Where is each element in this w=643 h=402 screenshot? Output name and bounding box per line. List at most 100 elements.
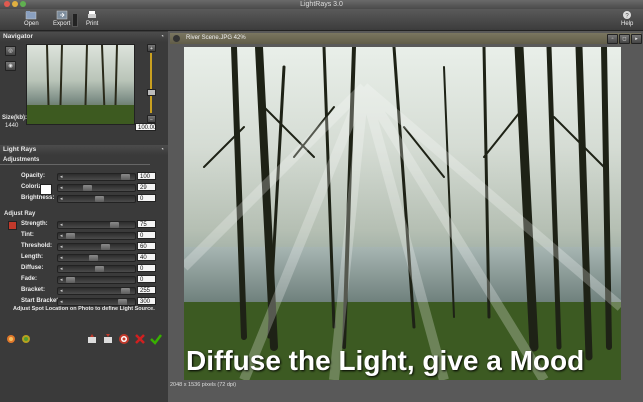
- ray-value-field[interactable]: 0: [137, 231, 156, 239]
- ray-slider[interactable]: ◂: [57, 298, 136, 306]
- ray-label: Start Bracket:: [21, 298, 61, 304]
- slider-left-arrow-icon[interactable]: ◂: [60, 174, 63, 180]
- ray-label: Strength:: [21, 221, 48, 227]
- load-preset-icon[interactable]: [86, 333, 98, 345]
- help-label: Help: [621, 21, 634, 27]
- slider-knob[interactable]: [121, 174, 130, 180]
- colorize-swatch[interactable]: [40, 184, 52, 195]
- adjustment-value-field[interactable]: 100: [137, 172, 156, 180]
- adjustment-row: Brightness: ◂ 0: [0, 193, 168, 203]
- export-button[interactable]: Export: [53, 10, 70, 27]
- window-title-bar: LightRays 3.0: [0, 0, 643, 9]
- ray-slider[interactable]: ◂: [57, 232, 136, 240]
- minimize-window-button[interactable]: [12, 1, 18, 7]
- light-source-green-icon[interactable]: [20, 333, 32, 345]
- slider-knob[interactable]: [121, 288, 130, 294]
- adjustment-slider[interactable]: ◂: [57, 195, 136, 203]
- document-close-icon[interactable]: [173, 35, 180, 42]
- cancel-x-icon[interactable]: [134, 333, 146, 345]
- slider-left-arrow-icon[interactable]: ◂: [60, 288, 63, 294]
- slider-left-arrow-icon[interactable]: ◂: [60, 196, 63, 202]
- document-scroll-button[interactable]: ▸: [631, 34, 642, 44]
- adjust-ray-header: Adjust Ray: [4, 211, 36, 217]
- slider-knob[interactable]: [95, 196, 104, 202]
- ray-row: Bracket: ◂ 255: [0, 285, 168, 295]
- slider-knob[interactable]: [66, 277, 75, 283]
- ray-slider[interactable]: ◂: [57, 265, 136, 273]
- tab-adjustments[interactable]: Adjustments: [0, 156, 150, 165]
- print-button[interactable]: Print: [86, 10, 98, 27]
- slider-left-arrow-icon[interactable]: ◂: [60, 277, 63, 283]
- ray-slider[interactable]: ◂: [57, 243, 136, 251]
- ray-label: Bracket:: [21, 287, 46, 293]
- slider-left-arrow-icon[interactable]: ◂: [60, 244, 63, 250]
- ray-value-field[interactable]: 255: [137, 286, 156, 294]
- slider-left-arrow-icon[interactable]: ◂: [60, 222, 63, 228]
- ray-value-field[interactable]: 75: [137, 220, 156, 228]
- slider-knob[interactable]: [95, 266, 104, 272]
- ray-value-field[interactable]: 60: [137, 242, 156, 250]
- save-preset-icon[interactable]: [102, 333, 114, 345]
- slider-knob[interactable]: [110, 222, 119, 228]
- slider-knob[interactable]: [66, 233, 75, 239]
- zoom-in-button[interactable]: +: [147, 44, 156, 52]
- ray-slider[interactable]: ◂: [57, 221, 136, 229]
- navigator-title: Navigator: [3, 33, 33, 40]
- ray-label: Fade:: [21, 276, 38, 282]
- adjust-spot-hint: Adjust Spot Location on Photo to define …: [13, 306, 155, 312]
- ray-value-field[interactable]: 0: [137, 275, 156, 283]
- collapse-light-rays-icon[interactable]: ◔: [160, 145, 164, 155]
- light-source-orange-icon[interactable]: [5, 333, 17, 345]
- zoom-out-button[interactable]: −: [147, 115, 156, 123]
- document-minimize-button[interactable]: ▫: [607, 34, 618, 44]
- close-window-button[interactable]: [4, 1, 10, 7]
- help-button[interactable]: ? Help: [621, 10, 633, 27]
- ray-value-field[interactable]: 300: [137, 297, 156, 305]
- document-title-bar: River Scene.JPG 42% ▫ ◻ ▸: [170, 33, 642, 44]
- adjustment-row: Colorize: ◂ 29: [0, 182, 168, 192]
- zoom-out-view-icon[interactable]: ◎: [5, 46, 16, 56]
- apply-check-icon[interactable]: [150, 333, 162, 345]
- adjustment-value-field[interactable]: 0: [137, 194, 156, 202]
- slider-left-arrow-icon[interactable]: ◂: [60, 299, 63, 305]
- ray-value-field[interactable]: 0: [137, 264, 156, 272]
- ray-row: Start Bracket: ◂ 300: [0, 296, 168, 306]
- slider-left-arrow-icon[interactable]: ◂: [60, 185, 63, 191]
- slider-knob[interactable]: [101, 244, 110, 250]
- ray-row: Length: ◂ 40: [0, 252, 168, 262]
- navigator-thumbnail[interactable]: [26, 44, 135, 125]
- zoom-fit-view-icon[interactable]: ◉: [5, 61, 16, 71]
- ray-value-field[interactable]: 40: [137, 253, 156, 261]
- photo-canvas[interactable]: [184, 47, 621, 380]
- slider-knob[interactable]: [89, 255, 98, 261]
- folder-icon: [26, 11, 37, 20]
- overlay-caption: Diffuse the Light, give a Mood: [186, 345, 585, 376]
- adjustment-slider[interactable]: ◂: [57, 173, 136, 181]
- zoom-window-button[interactable]: [20, 1, 26, 7]
- adjustment-slider[interactable]: ◂: [57, 184, 136, 192]
- slider-left-arrow-icon[interactable]: ◂: [60, 233, 63, 239]
- collapse-navigator-icon[interactable]: ◔: [160, 32, 164, 42]
- slider-left-arrow-icon[interactable]: ◂: [60, 266, 63, 272]
- thumbnail-trees-image: [27, 44, 134, 125]
- adjustment-value-field[interactable]: 29: [137, 183, 156, 191]
- ray-slider[interactable]: ◂: [57, 276, 136, 284]
- ray-slider[interactable]: ◂: [57, 287, 136, 295]
- open-button[interactable]: Open: [24, 10, 39, 27]
- zoom-slider[interactable]: + −: [147, 44, 156, 124]
- zoom-slider-knob[interactable]: [147, 89, 156, 96]
- reset-target-icon[interactable]: [118, 333, 130, 345]
- slider-knob[interactable]: [118, 299, 127, 305]
- adjustment-label: Opacity:: [21, 173, 46, 179]
- ray-label: Length:: [21, 254, 43, 260]
- ray-row: Threshold: ◂ 60: [0, 241, 168, 251]
- export-dropdown-handle[interactable]: [72, 13, 78, 27]
- size-label: Size(kb):: [2, 115, 28, 121]
- export-icon: [56, 10, 67, 20]
- document-restore-button[interactable]: ◻: [619, 34, 630, 44]
- help-icon: ?: [623, 11, 632, 20]
- slider-knob[interactable]: [83, 185, 92, 191]
- zoom-value-field[interactable]: 100.00: [135, 123, 156, 131]
- slider-left-arrow-icon[interactable]: ◂: [60, 255, 63, 261]
- ray-slider[interactable]: ◂: [57, 254, 136, 262]
